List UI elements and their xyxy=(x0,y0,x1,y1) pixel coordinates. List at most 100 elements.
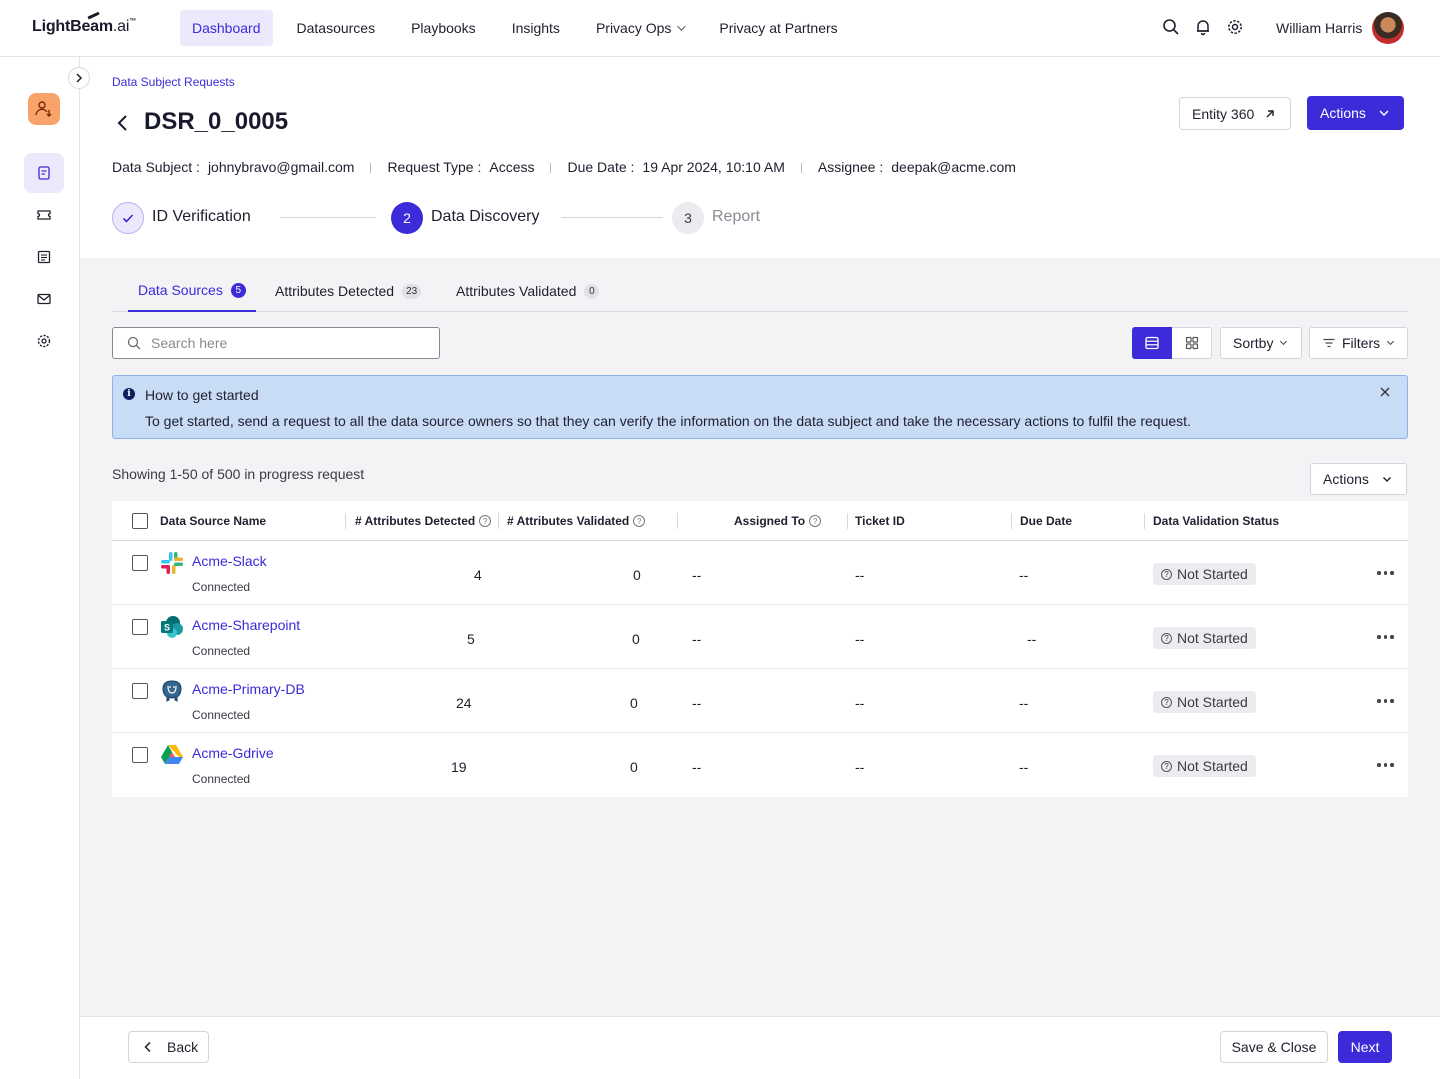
more-options-icon[interactable] xyxy=(1377,699,1394,703)
data-source-link[interactable]: Acme-Primary-DB xyxy=(192,681,305,697)
help-icon[interactable]: ? xyxy=(479,515,492,527)
dsr-module-icon[interactable] xyxy=(28,93,60,125)
status-badge: ? Not Started xyxy=(1153,627,1256,649)
step-1-label[interactable]: ID Verification xyxy=(152,208,251,226)
tab-attributes-detected[interactable]: Attributes Detected 23 xyxy=(275,270,422,312)
data-source-link[interactable]: Acme-Gdrive xyxy=(192,745,274,761)
sidebar-item-settings[interactable] xyxy=(24,321,64,361)
tab-data-sources[interactable]: Data Sources 5 xyxy=(128,270,256,312)
attributes-detected: 5 xyxy=(467,631,475,647)
table-row[interactable]: Acme-Primary-DB Connected 24 0 -- -- -- … xyxy=(112,669,1408,733)
assignee-value: deepak@acme.com xyxy=(891,159,1016,175)
step-1-circle[interactable] xyxy=(112,202,144,234)
tab-bar: Data Sources 5 Attributes Detected 23 Attr… xyxy=(112,270,1408,312)
list-view-icon xyxy=(1145,336,1159,350)
connection-status: Connected xyxy=(192,644,251,658)
row-checkbox[interactable] xyxy=(132,683,148,699)
sort-by-dropdown[interactable]: Sortby xyxy=(1220,327,1302,359)
ticket-id: -- xyxy=(855,631,865,647)
save-close-button[interactable]: Save & Close xyxy=(1220,1031,1328,1063)
search-box xyxy=(112,327,440,359)
search-input[interactable] xyxy=(151,335,421,351)
search-icon[interactable] xyxy=(1162,18,1180,36)
help-icon[interactable]: ? xyxy=(633,515,646,527)
connection-status: Connected xyxy=(192,580,251,594)
nav-dashboard[interactable]: Dashboard xyxy=(180,10,273,46)
divider xyxy=(370,163,372,173)
lightbeam-logo[interactable]: LightBeam.ai™ xyxy=(32,11,136,36)
more-options-icon[interactable] xyxy=(1377,571,1394,575)
divider xyxy=(800,163,802,173)
list-view-button[interactable] xyxy=(1132,327,1172,359)
data-source-link[interactable]: Acme-Slack xyxy=(192,553,267,569)
table-row[interactable]: Acme-Slack Connected 4 0 -- -- -- ? Not S… xyxy=(112,541,1408,605)
tab-attributes-validated[interactable]: Attributes Validated 0 xyxy=(456,270,600,312)
sidebar-item-tickets[interactable] xyxy=(24,195,64,235)
top-navbar: LightBeam.ai™ Dashboard Datasources Play… xyxy=(0,0,1440,57)
bell-icon[interactable] xyxy=(1194,18,1212,36)
chevron-down-icon xyxy=(677,22,687,31)
banner-text: To get started, send a request to all th… xyxy=(145,413,1191,429)
sidebar-item-reports[interactable] xyxy=(24,237,64,277)
more-options-icon[interactable] xyxy=(1377,635,1394,639)
grid-view-button[interactable] xyxy=(1172,327,1212,359)
filters-button[interactable]: Filters xyxy=(1309,327,1408,359)
filter-icon xyxy=(1323,338,1335,348)
data-source-link[interactable]: Acme-Sharepoint xyxy=(192,617,300,633)
step-2-label[interactable]: Data Discovery xyxy=(431,208,539,226)
back-button[interactable]: Back xyxy=(128,1031,209,1063)
due-date-value: 19 Apr 2024, 10:10 AM xyxy=(642,159,785,175)
row-checkbox[interactable] xyxy=(132,555,148,571)
entity-360-button[interactable]: Entity 360 xyxy=(1179,97,1291,130)
nav-insights[interactable]: Insights xyxy=(500,10,572,46)
column-header-detected[interactable]: # Attributes Detected? xyxy=(355,514,492,528)
nav-privacy-at-partners[interactable]: Privacy at Partners xyxy=(707,10,849,46)
step-3-label[interactable]: Report xyxy=(712,208,760,226)
chevron-down-icon xyxy=(1387,337,1395,346)
question-icon: ? xyxy=(1161,632,1172,644)
step-3-circle[interactable]: 3 xyxy=(672,202,704,234)
column-header-name[interactable]: Data Source Name xyxy=(160,514,266,528)
sidebar-item-requests[interactable] xyxy=(24,153,64,193)
breadcrumb[interactable]: Data Subject Requests xyxy=(112,75,235,89)
help-icon[interactable]: ? xyxy=(809,515,822,527)
nav-datasources[interactable]: Datasources xyxy=(285,10,388,46)
table-row[interactable]: Acme-Gdrive Connected 19 0 -- -- -- ? Not… xyxy=(112,733,1408,797)
column-header-validated[interactable]: # Attributes Validated? xyxy=(507,514,646,528)
table-header: Data Source Name # Attributes Detected? … xyxy=(112,501,1408,541)
row-checkbox[interactable] xyxy=(132,619,148,635)
attributes-validated: 0 xyxy=(632,631,640,647)
more-options-icon[interactable] xyxy=(1377,763,1394,767)
document-list-icon xyxy=(38,166,50,180)
chevron-down-icon xyxy=(1280,337,1288,346)
connection-status: Connected xyxy=(192,708,251,722)
nav-playbooks[interactable]: Playbooks xyxy=(399,10,488,46)
avatar[interactable] xyxy=(1372,12,1404,44)
column-header-status[interactable]: Data Validation Status xyxy=(1153,514,1279,528)
user-name[interactable]: William Harris xyxy=(1276,20,1362,36)
count-badge: 5 xyxy=(230,282,246,298)
column-header-due[interactable]: Due Date xyxy=(1020,514,1072,528)
column-divider xyxy=(1011,513,1012,529)
step-2-circle[interactable]: 2 xyxy=(391,202,423,234)
assigned-to: -- xyxy=(692,759,702,775)
sidebar-toggle-button[interactable] xyxy=(68,67,90,89)
nav-privacy-ops[interactable]: Privacy Ops xyxy=(584,10,695,46)
question-icon: ? xyxy=(1161,568,1172,580)
step-connector xyxy=(561,217,663,218)
sidebar-item-mail[interactable] xyxy=(24,279,64,319)
column-header-assigned[interactable]: Assigned To? xyxy=(734,514,822,528)
select-all-checkbox[interactable] xyxy=(132,513,148,529)
due-date: -- xyxy=(1019,567,1029,583)
close-icon[interactable] xyxy=(1379,386,1391,398)
row-checkbox[interactable] xyxy=(132,747,148,763)
attributes-validated: 0 xyxy=(630,759,638,775)
back-arrow-icon[interactable] xyxy=(116,114,130,132)
bulk-actions-dropdown[interactable]: Actions xyxy=(1310,463,1407,495)
sharepoint-icon: S xyxy=(161,616,183,638)
table-row[interactable]: S Acme-Sharepoint Connected 5 0 -- -- --… xyxy=(112,605,1408,669)
actions-button[interactable]: Actions xyxy=(1307,96,1404,130)
column-header-ticket[interactable]: Ticket ID xyxy=(855,514,905,528)
gear-icon[interactable] xyxy=(1226,18,1244,36)
next-button[interactable]: Next xyxy=(1338,1031,1392,1063)
